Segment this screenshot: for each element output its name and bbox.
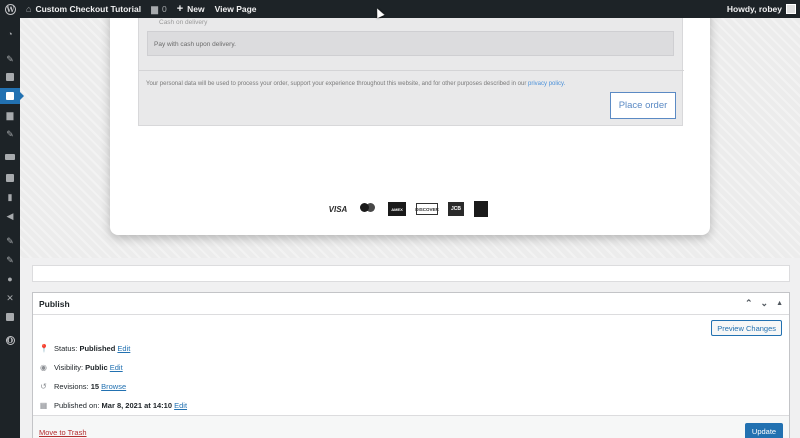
site-name: Custom Checkout Tutorial xyxy=(35,4,142,14)
pin-icon[interactable]: ✎ xyxy=(0,126,20,142)
pin-icon[interactable]: ✎ xyxy=(0,51,20,67)
place-order-button[interactable]: Place order xyxy=(610,92,676,119)
products-icon[interactable] xyxy=(0,170,20,186)
jcb-icon: JCB xyxy=(448,202,464,216)
plugins-icon[interactable]: ✎ xyxy=(0,252,20,268)
howdy-text: Howdy, robey xyxy=(726,4,782,14)
settings-icon[interactable] xyxy=(0,309,20,325)
discover-icon: DISCOVER xyxy=(415,203,439,215)
status-label: Status: xyxy=(54,344,78,353)
apple-pay-icon xyxy=(474,201,488,217)
admin-menu: ◔ ✎ ▆ ✎ ▮ ◀ ✎ ✎ ● ✕ O xyxy=(0,18,24,438)
pin-icon: 📍 xyxy=(39,344,49,353)
publish-title: Publish xyxy=(39,298,70,309)
plus-icon: + xyxy=(176,3,184,15)
calendar-icon: ▦ xyxy=(39,401,48,410)
major-publishing-actions: Move to Trash Update xyxy=(33,415,789,438)
divider xyxy=(139,70,684,71)
visibility-label: Visibility: xyxy=(54,363,84,372)
new-label: New xyxy=(187,4,205,14)
appearance-icon[interactable]: ✎ xyxy=(0,233,20,249)
admin-bar: W ⌂ Custom Checkout Tutorial ▆ 0 + New V… xyxy=(0,0,800,18)
new-content-menu[interactable]: + New xyxy=(172,0,210,18)
checkout-box: Cash on delivery Pay with cash upon deli… xyxy=(138,0,684,126)
visibility-value: Public xyxy=(85,363,108,372)
revisions-value: 15 xyxy=(90,382,100,391)
edit-status-link[interactable]: Edit xyxy=(117,344,130,353)
revisions-label: Revisions: xyxy=(54,382,89,391)
editor-strip xyxy=(32,265,790,282)
chevron-down-icon[interactable]: ⌄ xyxy=(761,298,769,309)
checkout-card: Cash on delivery Pay with cash upon deli… xyxy=(110,0,710,235)
visibility-row: ◉ Visibility: Public Edit xyxy=(39,363,123,372)
my-account-menu[interactable]: Howdy, robey xyxy=(727,4,800,14)
eye-icon: ◉ xyxy=(40,363,47,372)
pages-icon[interactable] xyxy=(0,88,24,104)
status-value: Published xyxy=(79,344,116,353)
marketing-icon[interactable]: ◀ xyxy=(0,208,20,224)
published-on-value: Mar 8, 2021 at 14:10 xyxy=(101,401,173,410)
users-icon[interactable]: ● xyxy=(0,271,20,287)
comments-menu[interactable]: ▆ 0 xyxy=(146,0,172,18)
mastercard-icon xyxy=(358,202,378,216)
move-to-trash-link[interactable]: Move to Trash xyxy=(39,428,87,437)
publish-box: Publish ⌃ ⌄ ▲ Preview Changes 📍 Status: … xyxy=(32,292,790,438)
privacy-text-body: Your personal data will be used to proce… xyxy=(146,81,529,87)
edit-date-link[interactable]: Edit xyxy=(174,401,187,410)
revisions-row: ↺ Revisions: 15 Browse xyxy=(39,382,126,391)
preview-changes-button[interactable]: Preview Changes xyxy=(711,320,782,336)
browse-revisions-link[interactable]: Browse xyxy=(101,382,126,391)
view-page-link[interactable]: View Page xyxy=(210,0,262,18)
comments-count: 0 xyxy=(161,4,167,14)
payment-methods: VISA AMEX DISCOVER JCB xyxy=(328,201,488,217)
analytics-icon[interactable]: ▮ xyxy=(0,189,20,205)
privacy-policy-link[interactable]: privacy policy. xyxy=(528,81,565,87)
custom-icon[interactable]: O xyxy=(0,332,20,348)
publish-header: Publish ⌃ ⌄ ▲ xyxy=(33,293,789,315)
revisions-icon: ↺ xyxy=(40,382,47,391)
view-page-label: View Page xyxy=(214,4,257,14)
media-icon[interactable] xyxy=(0,69,20,85)
wordpress-icon: W xyxy=(5,3,16,15)
update-button[interactable]: Update xyxy=(745,423,783,438)
published-on-row: ▦ Published on: Mar 8, 2021 at 14:10 Edi… xyxy=(39,401,187,410)
visa-icon: VISA xyxy=(328,204,348,214)
published-on-label: Published on: xyxy=(54,401,100,410)
dashboard-icon[interactable]: ◔ xyxy=(0,26,20,42)
chevron-up-icon[interactable]: ⌃ xyxy=(745,298,753,309)
amex-icon: AMEX xyxy=(388,202,406,216)
toggle-panel-icon[interactable]: ▲ xyxy=(776,300,783,307)
avatar xyxy=(786,4,796,14)
edit-visibility-link[interactable]: Edit xyxy=(110,363,123,372)
cash-on-delivery-label: Cash on delivery xyxy=(159,19,208,26)
tools-icon[interactable]: ✕ xyxy=(0,290,20,306)
home-icon: ⌂ xyxy=(26,4,32,14)
wp-logo-menu[interactable]: W xyxy=(0,0,21,18)
privacy-text: Your personal data will be used to proce… xyxy=(146,81,565,87)
status-row: 📍 Status: Published Edit xyxy=(39,344,130,353)
payment-note: Pay with cash upon delivery. xyxy=(147,31,674,56)
comment-bubble-icon: ▆ xyxy=(151,3,158,14)
comments-icon[interactable]: ▆ xyxy=(0,107,20,123)
site-name-menu[interactable]: ⌂ Custom Checkout Tutorial xyxy=(21,0,146,18)
woocommerce-icon[interactable] xyxy=(0,149,20,165)
page-preview: Cash on delivery Pay with cash upon deli… xyxy=(20,0,800,258)
